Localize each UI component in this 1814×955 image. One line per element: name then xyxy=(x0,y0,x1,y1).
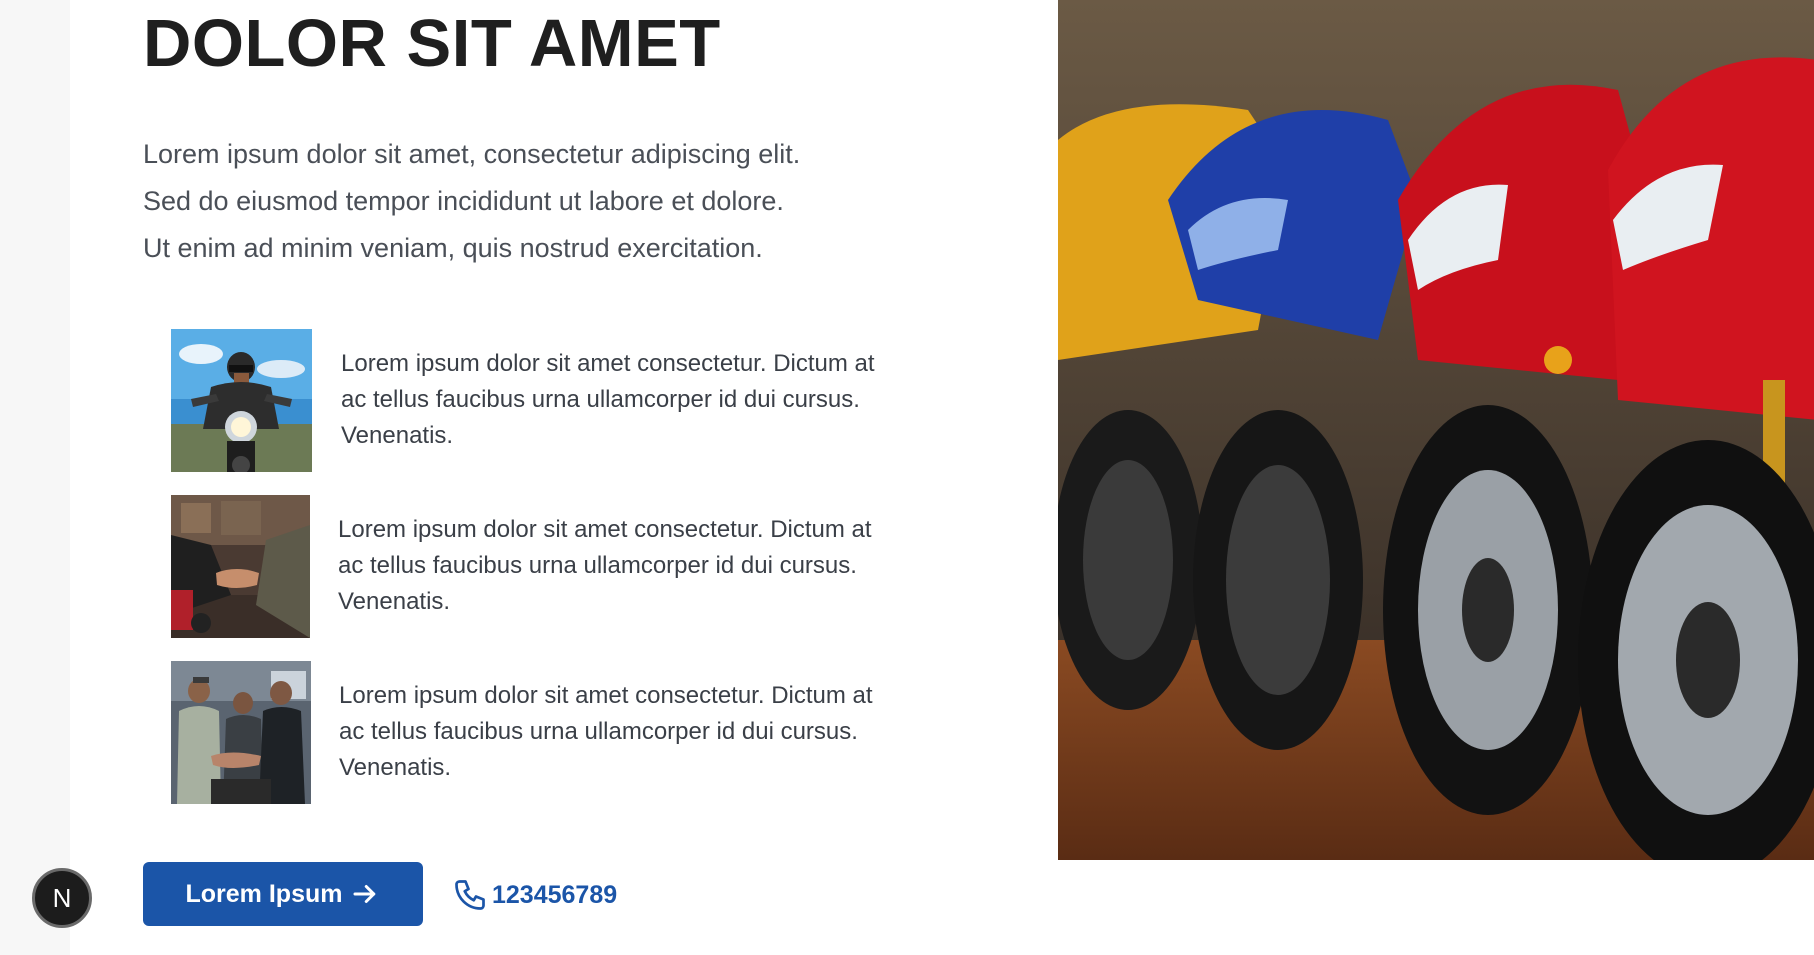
intro-line: Sed do eiusmod tempor incididunt ut labo… xyxy=(143,186,784,216)
intro-line: Lorem ipsum dolor sit amet, consectetur … xyxy=(143,139,801,169)
feature-image-handshake xyxy=(171,495,310,638)
arrow-right-icon xyxy=(353,885,376,903)
feature-image-rider xyxy=(171,329,312,472)
cta-button[interactable]: Lorem Ipsum xyxy=(143,862,423,926)
intro-line: Ut enim ad minim veniam, quis nostrud ex… xyxy=(143,233,763,263)
nextjs-dev-badge[interactable]: N xyxy=(32,868,92,928)
feature-text: Lorem ipsum dolor sit amet consectetur. … xyxy=(338,516,872,615)
page-title: DOLOR SIT AMET xyxy=(143,6,721,81)
phone-link[interactable]: 123456789 xyxy=(452,878,617,912)
feature-image-team xyxy=(171,661,311,804)
hero-image-motorcycles xyxy=(1058,0,1814,860)
phone-icon xyxy=(455,880,485,910)
phone-number: 123456789 xyxy=(492,880,618,909)
feature-text: Lorem ipsum dolor sit amet consectetur. … xyxy=(341,350,875,449)
intro-paragraph: Lorem ipsum dolor sit amet, consectetur … xyxy=(143,131,903,272)
feature-text: Lorem ipsum dolor sit amet consectetur. … xyxy=(339,682,873,781)
cta-button-label: Lorem Ipsum xyxy=(185,879,343,908)
page-content: DOLOR SIT AMET Lorem ipsum dolor sit ame… xyxy=(70,0,1814,955)
